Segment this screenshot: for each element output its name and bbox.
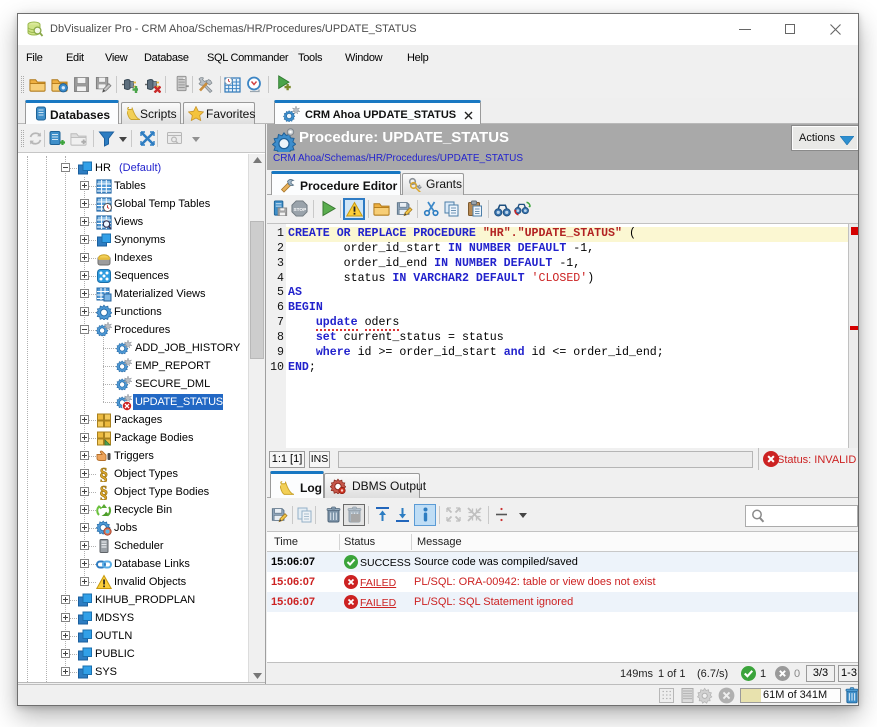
- svg-text:STOP: STOP: [293, 207, 306, 213]
